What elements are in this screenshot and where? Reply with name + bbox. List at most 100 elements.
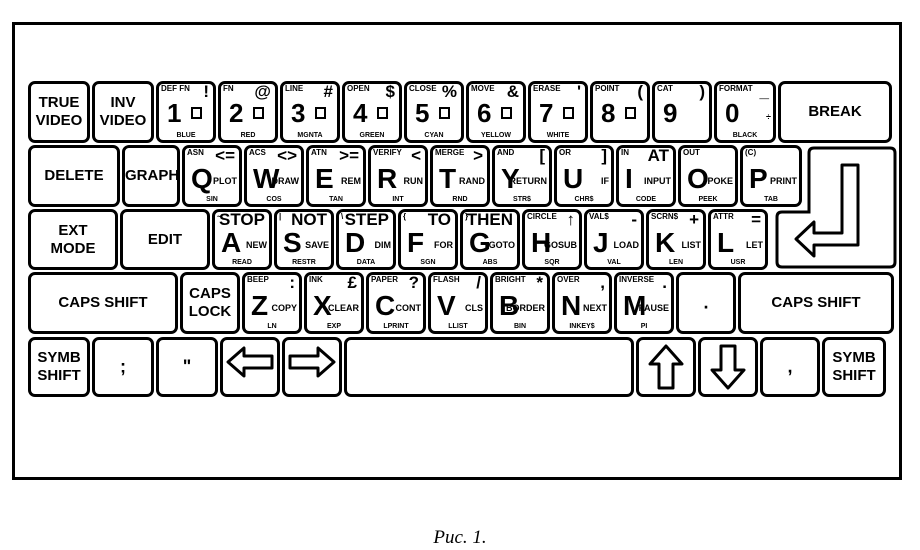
key-c[interactable]: C PAPER? CONT LPRINT: [366, 272, 426, 334]
key-top-left-keyword: FORMAT: [719, 84, 753, 93]
key-symbol: $: [385, 82, 395, 101]
key-symbol: ): [699, 82, 705, 101]
key-edit[interactable]: EDIT: [120, 209, 210, 270]
key-main-character: 3: [291, 98, 306, 128]
key-y[interactable]: Y AND[RETURN STR$: [492, 145, 552, 207]
key-q[interactable]: Q ASN <= PLOT SIN: [182, 145, 242, 207]
key-top-left-keyword: SCRN$: [651, 212, 679, 221]
key-symbol: ?: [408, 273, 419, 292]
key-caps-shift[interactable]: CAPS SHIFT: [738, 272, 894, 334]
key-caps-lock[interactable]: CAPS LOCK: [180, 272, 240, 334]
key-top-left-keyword: CLOSE: [409, 84, 437, 93]
key-main-character: O: [687, 163, 709, 194]
key-x[interactable]: X INK £ CLEAR EXP: [304, 272, 364, 334]
key-main-character: 9: [663, 98, 678, 128]
key-3[interactable]: 3 LINE # MGNTA: [280, 81, 340, 143]
key-9[interactable]: 9 CAT): [652, 81, 712, 143]
key-label: EDIT: [123, 231, 207, 249]
key-inv-video[interactable]: INV VIDEO: [92, 81, 154, 143]
key-top-left-keyword: BRIGHT: [495, 275, 526, 284]
key-keyword: POKE: [707, 176, 733, 186]
key-v[interactable]: V FLASH / CLS LLIST: [428, 272, 488, 334]
key-k[interactable]: K SCRN$ + LIST LEN: [646, 209, 706, 270]
key-row: CAPS SHIFT CAPS LOCK Z BEEP: COPY LN X INK £ CLEAR…: [28, 272, 896, 334]
key-z[interactable]: Z BEEP: COPY LN: [242, 272, 302, 334]
key-row: EXT MODE EDIT A ~ STOP NEW READ S | NOT SAVE RESTR D \…: [28, 209, 770, 270]
key-top-left-keyword: CAT: [657, 84, 673, 93]
key-top-left-keyword: MERGE: [435, 148, 465, 157]
key-extended-keyword: RND: [452, 196, 468, 203]
key-symbol-label: ": [182, 356, 192, 377]
key-top-left-keyword: OPEN: [347, 84, 370, 93]
key-arrow-up[interactable]: [636, 337, 696, 397]
key-g[interactable]: G} THEN GOTO ABS: [460, 209, 520, 270]
key-m[interactable]: M INVERSE. PAUSE PI: [614, 272, 674, 334]
key-keyword: LOAD: [613, 240, 640, 250]
key-symb-shift[interactable]: SYMB SHIFT: [822, 337, 886, 397]
key-keyword: DRAW: [271, 176, 300, 186]
key-o[interactable]: O OUT POKE PEEK: [678, 145, 738, 207]
key-n[interactable]: N OVER, NEXT INKEY$: [552, 272, 612, 334]
key-caps-shift[interactable]: CAPS SHIFT: [28, 272, 178, 334]
key-arrow-left[interactable]: [220, 337, 280, 397]
key-6[interactable]: 6 MOVE & YELLOW: [466, 81, 526, 143]
key-break[interactable]: BREAK: [778, 81, 892, 143]
key-r[interactable]: R VERIFY < RUN INT: [368, 145, 428, 207]
key-symbol: #: [323, 82, 333, 101]
key-top-left-keyword: CIRCLE: [527, 212, 557, 221]
key-symbol-9[interactable]: .: [676, 272, 736, 334]
enter-key[interactable]: [774, 145, 898, 271]
key-main-character: S: [283, 227, 302, 258]
key-4[interactable]: 4 OPEN $ GREEN: [342, 81, 402, 143]
key-symbol: STEP: [344, 210, 389, 229]
key-delete[interactable]: DELETE: [28, 145, 120, 207]
key-7[interactable]: 7 ERASE ' WHITE: [528, 81, 588, 143]
key-arrow-down[interactable]: [698, 337, 758, 397]
key-label-line: SHIFT: [832, 367, 876, 384]
key-true-video[interactable]: TRUE VIDEO: [28, 81, 90, 143]
key-0[interactable]: 0 FORMAT _ ÷ BLACK: [714, 81, 776, 143]
key-symb-shift[interactable]: SYMB SHIFT: [28, 337, 90, 397]
key-extended-keyword: SGN: [420, 259, 436, 266]
key-f[interactable]: F{TO FOR SGN: [398, 209, 458, 270]
key-graph[interactable]: GRAPH: [122, 145, 180, 207]
key-extended-keyword: CHR$: [574, 196, 594, 203]
key-extended-keyword: RED: [240, 132, 256, 139]
key-symbol-8[interactable]: ,: [760, 337, 820, 397]
key-e[interactable]: E ATN >= REM TAN: [306, 145, 366, 207]
key-h[interactable]: H CIRCLE ↑ GOSUB SQR: [522, 209, 582, 270]
space-key[interactable]: [344, 337, 634, 397]
key-main-character: V: [437, 290, 456, 321]
key-u[interactable]: U OR] IF CHR$: [554, 145, 614, 207]
key-d[interactable]: D \ STEP DIM DATA: [336, 209, 396, 270]
key-j[interactable]: J VAL$ - LOAD VAL: [584, 209, 644, 270]
key-top-left-keyword: ERASE: [533, 84, 561, 93]
key-main-character: 5: [415, 98, 430, 128]
key-top-left-keyword: INVERSE: [619, 275, 655, 284]
key-symbol-2[interactable]: ": [156, 337, 218, 397]
key-8[interactable]: 8 POINT (: [590, 81, 650, 143]
key-keyword: RETURN: [509, 176, 548, 186]
key-5[interactable]: 5 CLOSE% CYAN: [404, 81, 464, 143]
key-2[interactable]: 2 FN @ RED: [218, 81, 278, 143]
key-b[interactable]: B BRIGHT * BORDER BIN: [490, 272, 550, 334]
key-t[interactable]: T MERGE > RAND RND: [430, 145, 490, 207]
key-a[interactable]: A ~ STOP NEW READ: [212, 209, 272, 270]
key-l[interactable]: L ATTR = LET USR: [708, 209, 768, 270]
key-ext-mode[interactable]: EXT MODE: [28, 209, 118, 270]
key-w[interactable]: W ACS <> DRAW COS: [244, 145, 304, 207]
key-extended-keyword: PI: [640, 323, 648, 330]
key-row: SYMB SHIFT; ", SYMB SHIFT: [28, 337, 888, 397]
key-label: SYMB SHIFT: [31, 349, 87, 385]
key-extended-keyword: LPRINT: [383, 323, 409, 330]
key-s[interactable]: S | NOT SAVE RESTR: [274, 209, 334, 270]
key-i[interactable]: I IN AT INPUT CODE: [616, 145, 676, 207]
key-keyword: PAUSE: [638, 303, 669, 313]
key-arrow-right[interactable]: [282, 337, 342, 397]
key-keyword: CLEAR: [328, 303, 359, 313]
key-symbol-1[interactable]: ;: [92, 337, 154, 397]
key-symbol: :: [289, 273, 295, 292]
key-1[interactable]: 1 DEF FN! BLUE: [156, 81, 216, 143]
key-keyword: LET: [746, 240, 763, 250]
key-symbol: NOT: [291, 210, 327, 229]
